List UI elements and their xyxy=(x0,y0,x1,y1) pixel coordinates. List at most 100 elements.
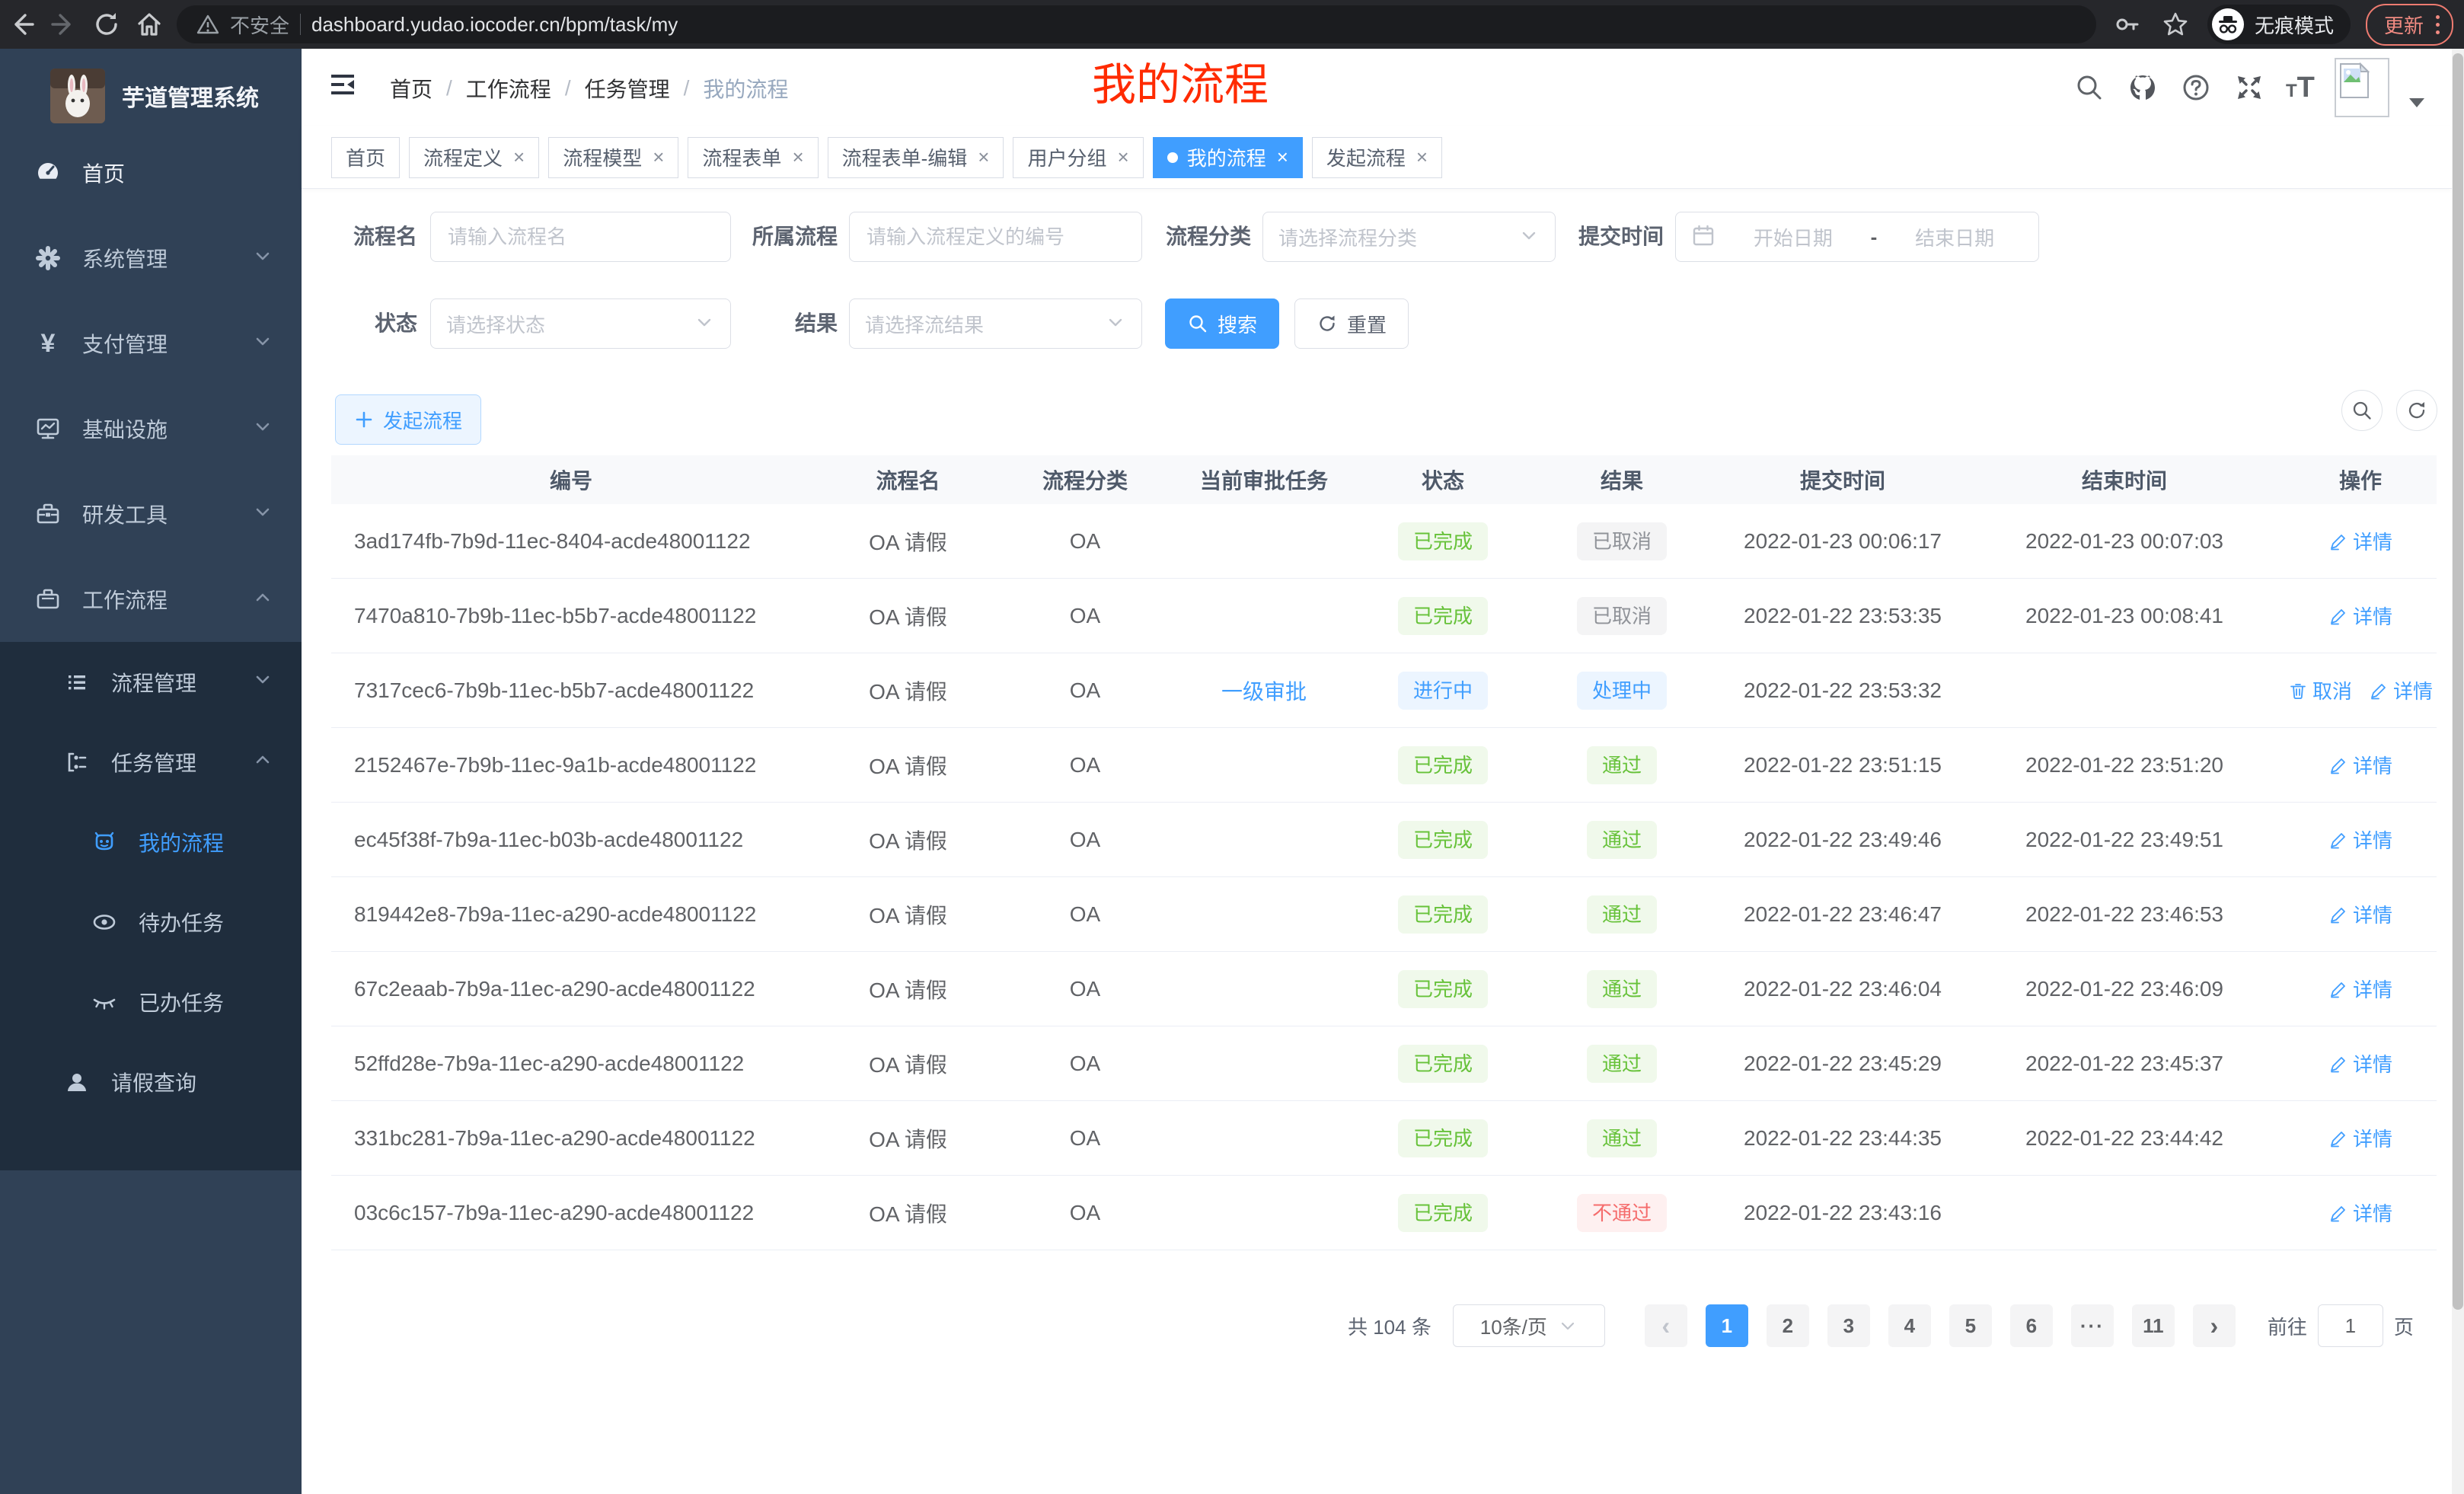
browser-home-button[interactable] xyxy=(128,3,171,46)
bookmark-star-icon[interactable] xyxy=(2159,8,2192,41)
detail-button[interactable]: 详情 xyxy=(2328,1049,2392,1077)
toggle-search-button[interactable] xyxy=(2341,390,2383,431)
tab[interactable]: 流程表单-编辑 × xyxy=(828,137,1004,178)
detail-button[interactable]: 详情 xyxy=(2369,676,2433,704)
table-row[interactable]: 7470a810-7b9b-11ec-b5b7-acde48001122 OA … xyxy=(331,579,2437,653)
goto-page-input[interactable] xyxy=(2318,1304,2383,1347)
cell-end-time: 2022-01-22 23:46:53 xyxy=(1964,877,2284,952)
page-number-button[interactable]: 2 xyxy=(1767,1304,1809,1347)
tab-close-icon[interactable]: × xyxy=(653,145,664,169)
search-icon[interactable] xyxy=(2073,71,2106,104)
help-icon[interactable] xyxy=(2179,71,2213,104)
browser-forward-button[interactable] xyxy=(43,3,85,46)
font-size-icon[interactable]: TT xyxy=(2286,72,2315,104)
avatar-dropdown-caret[interactable] xyxy=(2409,98,2424,107)
detail-button[interactable]: 详情 xyxy=(2328,975,2392,1003)
sidebar-item-process-management[interactable]: 流程管理 xyxy=(0,642,302,722)
sidebar-item-todo-tasks[interactable]: 待办任务 xyxy=(0,882,302,962)
sidebar-item-done-tasks[interactable]: 已办任务 xyxy=(0,962,302,1042)
tab-close-icon[interactable]: × xyxy=(792,145,803,169)
table-row[interactable]: 67c2eaab-7b9a-11ec-a290-acde48001122 OA … xyxy=(331,952,2437,1026)
filter-definition-input[interactable] xyxy=(865,225,1126,250)
search-button[interactable]: 搜索 xyxy=(1165,298,1279,349)
end-date-placeholder[interactable]: 结束日期 xyxy=(1886,223,2023,251)
page-number-button[interactable]: 5 xyxy=(1949,1304,1992,1347)
table-row[interactable]: 03c6c157-7b9a-11ec-a290-acde48001122 OA … xyxy=(331,1176,2437,1250)
browser-back-button[interactable] xyxy=(0,3,43,46)
sidebar-item-my-process[interactable]: 我的流程 xyxy=(0,802,302,882)
tab[interactable]: 我的流程 × xyxy=(1153,137,1303,178)
sidebar-item-infrastructure[interactable]: 基础设施 xyxy=(0,386,302,471)
app-logo-row[interactable]: 芋道管理系统 xyxy=(0,59,302,132)
table-row[interactable]: 7317cec6-7b9b-11ec-b5b7-acde48001122 OA … xyxy=(331,653,2437,728)
browser-update-button[interactable]: 更新 xyxy=(2366,4,2453,46)
page-number-button[interactable]: 6 xyxy=(2010,1304,2053,1347)
refresh-table-button[interactable] xyxy=(2396,390,2437,431)
browser-reload-button[interactable] xyxy=(85,3,128,46)
sidebar-item-leave-query[interactable]: 请假查询 xyxy=(0,1042,302,1122)
detail-button[interactable]: 详情 xyxy=(2328,527,2392,555)
tab[interactable]: 用户分组 × xyxy=(1013,137,1143,178)
sidebar-item-payment[interactable]: ¥ 支付管理 xyxy=(0,301,302,386)
filter-name-field[interactable] xyxy=(430,212,731,262)
password-key-icon[interactable] xyxy=(2110,8,2143,41)
cancel-button[interactable]: 取消 xyxy=(2288,676,2352,704)
scrollbar-thumb[interactable] xyxy=(2453,53,2463,1310)
table-row[interactable]: 52ffd28e-7b9a-11ec-a290-acde48001122 OA … xyxy=(331,1026,2437,1101)
tab[interactable]: 发起流程 × xyxy=(1312,137,1442,178)
filter-date-range[interactable]: 开始日期 - 结束日期 xyxy=(1675,212,2039,262)
page-number-button[interactable]: 11 xyxy=(2132,1304,2175,1347)
github-icon[interactable] xyxy=(2126,71,2159,104)
tab-close-icon[interactable]: × xyxy=(1277,145,1288,169)
tab-close-icon[interactable]: × xyxy=(1118,145,1129,169)
detail-button[interactable]: 详情 xyxy=(2328,751,2392,779)
page-scrollbar[interactable] xyxy=(2452,49,2464,1494)
prev-page-button[interactable]: ‹ xyxy=(1645,1304,1687,1347)
tab[interactable]: 流程模型 × xyxy=(548,137,678,178)
filter-definition-field[interactable] xyxy=(849,212,1142,262)
create-process-button[interactable]: 发起流程 xyxy=(335,394,481,445)
tab[interactable]: 首页 xyxy=(331,137,400,178)
sidebar-item-home[interactable]: 首页 xyxy=(0,130,302,215)
filter-category-select[interactable]: 请选择流程分类 xyxy=(1262,212,1556,262)
start-date-placeholder[interactable]: 开始日期 xyxy=(1725,223,1862,251)
breadcrumb-workflow[interactable]: 工作流程 xyxy=(466,73,551,104)
page-number-button[interactable]: ··· xyxy=(2071,1304,2114,1347)
current-task-link[interactable]: 一级审批 xyxy=(1221,680,1307,704)
reset-button[interactable]: 重置 xyxy=(1294,298,1409,349)
next-page-button[interactable]: › xyxy=(2193,1304,2236,1347)
table-row[interactable]: 331bc281-7b9a-11ec-a290-acde48001122 OA … xyxy=(331,1101,2437,1176)
table-row[interactable]: 2152467e-7b9b-11ec-9a1b-acde48001122 OA … xyxy=(331,728,2437,803)
tab[interactable]: 流程表单 × xyxy=(688,137,818,178)
filter-name-input[interactable] xyxy=(446,225,715,250)
filter-status-select[interactable]: 请选择状态 xyxy=(430,298,731,349)
detail-button[interactable]: 详情 xyxy=(2328,900,2392,928)
table-row[interactable]: 3ad174fb-7b9d-11ec-8404-acde48001122 OA … xyxy=(331,504,2437,579)
tab-close-icon[interactable]: × xyxy=(513,145,525,169)
sidebar-item-task-management[interactable]: 任务管理 xyxy=(0,722,302,802)
page-size-select[interactable]: 10条/页 xyxy=(1453,1304,1605,1347)
page-number-button[interactable]: 4 xyxy=(1888,1304,1931,1347)
detail-button[interactable]: 详情 xyxy=(2328,1199,2392,1227)
sidebar-item-dev-tools[interactable]: 研发工具 xyxy=(0,471,302,557)
page-number-button[interactable]: 1 xyxy=(1706,1304,1748,1347)
table-row[interactable]: ec45f38f-7b9a-11ec-b03b-acde48001122 OA … xyxy=(331,803,2437,877)
tab[interactable]: 流程定义 × xyxy=(409,137,539,178)
sidebar-item-system[interactable]: 系统管理 xyxy=(0,215,302,301)
tab-close-icon[interactable]: × xyxy=(978,145,989,169)
detail-button[interactable]: 详情 xyxy=(2328,602,2392,630)
tab-close-icon[interactable]: × xyxy=(1416,145,1428,169)
filter-result-select[interactable]: 请选择流结果 xyxy=(849,298,1142,349)
avatar[interactable] xyxy=(2335,58,2389,117)
sidebar-item-workflow[interactable]: 工作流程 xyxy=(0,557,302,642)
browser-menu-icon[interactable] xyxy=(2436,15,2440,34)
breadcrumb-task-management[interactable]: 任务管理 xyxy=(585,73,670,104)
detail-button[interactable]: 详情 xyxy=(2328,1124,2392,1152)
address-bar[interactable]: 不安全 dashboard.yudao.iocoder.cn/bpm/task/… xyxy=(177,5,2096,43)
page-number-button[interactable]: 3 xyxy=(1827,1304,1870,1347)
detail-button[interactable]: 详情 xyxy=(2328,825,2392,854)
breadcrumb-home[interactable]: 首页 xyxy=(390,73,432,104)
table-row[interactable]: 819442e8-7b9a-11ec-a290-acde48001122 OA … xyxy=(331,877,2437,952)
sidebar-collapse-button[interactable] xyxy=(326,67,361,102)
fullscreen-icon[interactable] xyxy=(2233,71,2266,104)
